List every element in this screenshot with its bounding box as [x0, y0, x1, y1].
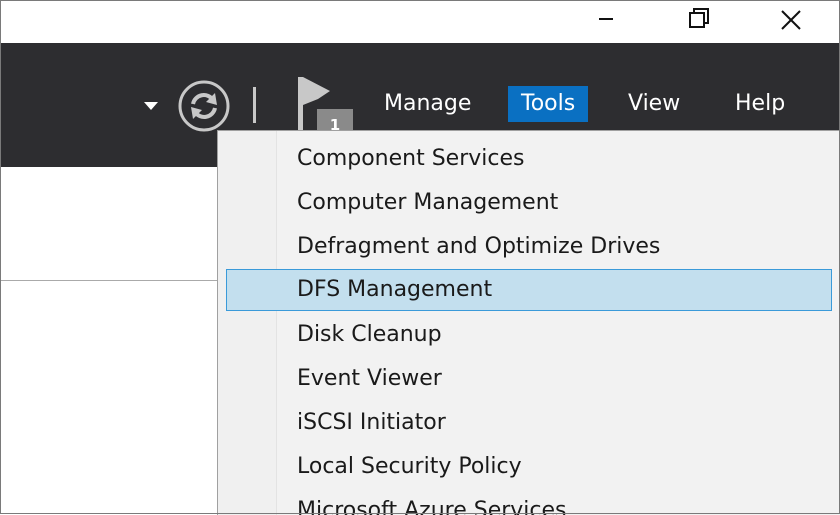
title-bar: [0, 0, 840, 43]
menu-item-defragment[interactable]: Defragment and Optimize Drives: [226, 226, 832, 268]
menu-item-event-viewer[interactable]: Event Viewer: [226, 358, 832, 400]
menu-help[interactable]: Help: [722, 86, 798, 122]
dropdown-arrow-icon[interactable]: [143, 101, 159, 111]
close-button[interactable]: [768, 0, 814, 40]
restore-icon: [689, 8, 709, 28]
menu-item-microsoft-azure-services[interactable]: Microsoft Azure Services: [226, 490, 832, 515]
menu-item-dfs-management[interactable]: DFS Management: [226, 269, 832, 311]
refresh-icon[interactable]: [177, 79, 231, 133]
menu-item-disk-cleanup[interactable]: Disk Cleanup: [226, 314, 832, 356]
content-panel: [0, 167, 220, 281]
toolbar-separator: [253, 87, 256, 123]
minimize-button[interactable]: [582, 0, 628, 40]
menu-tools[interactable]: Tools: [508, 86, 589, 122]
menu-item-component-services[interactable]: Component Services: [226, 138, 832, 180]
menu-item-computer-management[interactable]: Computer Management: [226, 182, 832, 224]
restore-button[interactable]: [675, 0, 721, 40]
minimize-icon: [599, 18, 613, 20]
menu-item-local-security-policy[interactable]: Local Security Policy: [226, 446, 832, 488]
menu-item-iscsi-initiator[interactable]: iSCSI Initiator: [226, 402, 832, 444]
tools-dropdown-menu: Component Services Computer Management D…: [217, 130, 840, 515]
menu-view[interactable]: View: [615, 86, 693, 122]
menu-manage[interactable]: Manage: [371, 86, 484, 122]
close-icon: [781, 10, 801, 30]
